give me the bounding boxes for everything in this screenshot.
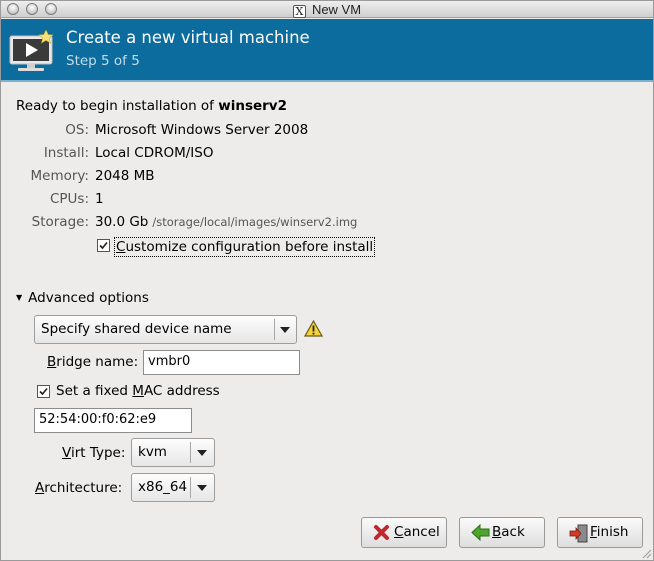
expander-arrow-icon: ▼ (16, 293, 23, 302)
window-title: New VM (311, 2, 362, 17)
mac-address-input[interactable]: 52:54:00:f0:62:e9 (34, 408, 192, 433)
customize-label[interactable]: Customize configuration before install (114, 237, 376, 257)
install-label: Install: (43, 145, 89, 161)
customize-checkbox[interactable] (97, 239, 110, 252)
virt-type-select[interactable]: kvm (131, 438, 215, 467)
storage-label: Storage: (31, 214, 89, 230)
install-row: Install: Local CDROM/ISO (1, 145, 653, 163)
architecture-label: Architecture: (35, 480, 123, 496)
back-arrow-icon (471, 524, 490, 541)
checkmark-icon (39, 387, 48, 396)
storage-row: Storage: 30.0 Gb/storage/local/images/wi… (1, 214, 653, 232)
cancel-icon (374, 525, 389, 540)
cpus-row: CPUs: 1 (1, 191, 653, 209)
storage-path: /storage/local/images/winserv2.img (152, 215, 358, 229)
new-vm-window: X New VM Create a new virtual machine Ste… (0, 0, 654, 561)
memory-value: 2048 MB (95, 168, 155, 184)
bridge-name-input[interactable]: vmbr0 (143, 350, 300, 375)
title-bar: X New VM (1, 1, 653, 18)
chevron-down-icon (280, 327, 290, 333)
advanced-options-label: Advanced options (28, 290, 149, 306)
wizard-header: Create a new virtual machine Step 5 of 5 (1, 19, 653, 82)
bridge-name-label: Bridge name: (47, 354, 139, 370)
os-row: OS: Microsoft Windows Server 2008 (1, 122, 653, 140)
warning-icon (304, 320, 323, 337)
network-source-select[interactable]: Specify shared device name (34, 315, 297, 344)
storage-value: 30.0 Gb (95, 214, 149, 230)
resize-grip-icon[interactable] (640, 547, 652, 559)
architecture-select[interactable]: x86_64 (131, 473, 215, 502)
install-value: Local CDROM/ISO (95, 145, 214, 161)
checkmark-icon (99, 241, 108, 250)
advanced-options-expander[interactable]: ▼ Advanced options (16, 290, 149, 306)
memory-label: Memory: (30, 168, 89, 184)
back-button[interactable]: Back (459, 517, 545, 548)
chevron-down-icon (197, 450, 207, 456)
chevron-down-icon (197, 485, 207, 491)
ready-text: Ready to begin installation of winserv2 (16, 98, 287, 114)
cpus-value: 1 (95, 191, 104, 207)
finish-button[interactable]: Finish (557, 517, 643, 548)
virtual-machine-icon (9, 30, 54, 71)
vm-name: winserv2 (218, 98, 287, 114)
os-value: Microsoft Windows Server 2008 (95, 122, 309, 138)
fixed-mac-label[interactable]: Set a fixed MAC address (56, 383, 220, 401)
wizard-title: Create a new virtual machine (66, 28, 310, 47)
x11-icon: X (292, 5, 306, 18)
cancel-button[interactable]: Cancel (361, 517, 447, 548)
virt-type-label: Virt Type: (62, 445, 126, 461)
memory-row: Memory: 2048 MB (1, 168, 653, 186)
fixed-mac-checkbox[interactable] (37, 385, 50, 398)
os-label: OS: (65, 122, 89, 138)
wizard-step: Step 5 of 5 (66, 53, 140, 69)
cpus-label: CPUs: (49, 191, 89, 207)
finish-icon (569, 524, 588, 543)
